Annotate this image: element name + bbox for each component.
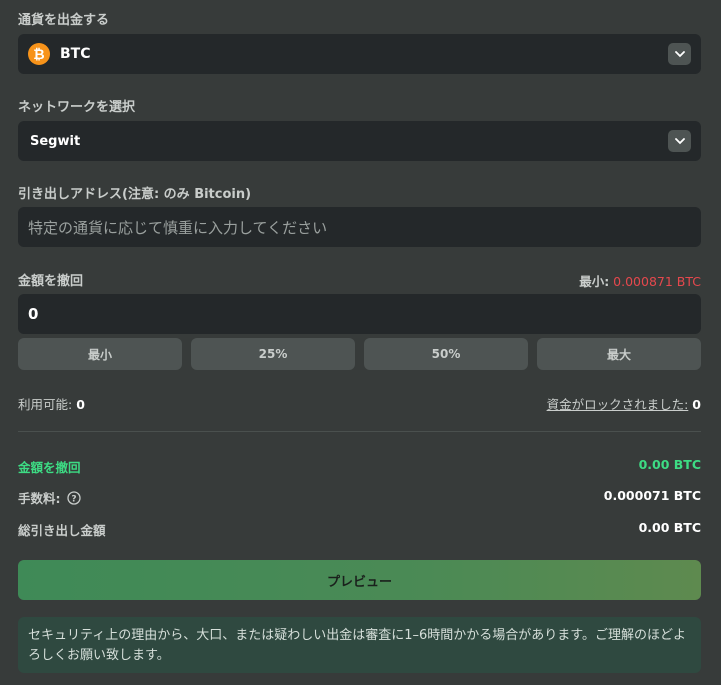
max-button[interactable]: 最大 xyxy=(537,338,701,370)
network-label: ネットワークを選択 xyxy=(18,100,136,115)
chevron-down-icon[interactable] xyxy=(668,43,691,65)
total-value: 0.00 BTC xyxy=(638,520,701,535)
address-label: 引き出しアドレス(注意: のみ Bitcoin) xyxy=(18,187,252,202)
amount-input[interactable]: 0 xyxy=(18,294,701,334)
bitcoin-icon: ₿ xyxy=(28,43,50,65)
locked-value: 0 xyxy=(692,397,701,412)
divider xyxy=(18,431,701,432)
network-select[interactable]: Segwit xyxy=(18,121,701,161)
chevron-down-icon[interactable] xyxy=(668,130,691,152)
fee-value: 0.000071 BTC xyxy=(603,488,701,503)
security-notice: セキュリティ上の理由から、大口、または疑わしい出金は審査に1–6時間かかる場合が… xyxy=(18,617,701,673)
withdraw-amount-value: 0.00 BTC xyxy=(638,457,701,472)
quarter-button[interactable]: 25% xyxy=(191,338,355,370)
locked-funds-link[interactable]: 資金がロックされました: xyxy=(547,397,689,412)
min-button[interactable]: 最小 xyxy=(18,338,182,370)
min-label: 最小: xyxy=(579,274,610,289)
available-balance: 利用可能: 0 xyxy=(18,394,85,413)
currency-select[interactable]: ₿ BTC xyxy=(18,34,701,74)
available-label: 利用可能: xyxy=(18,397,73,412)
total-label: 総引き出し金額 xyxy=(18,523,106,538)
currency-label: 通貨を出金する xyxy=(18,13,110,28)
svg-text:?: ? xyxy=(71,494,76,504)
fee-label: 手数料: xyxy=(18,491,61,506)
withdraw-amount-label: 金額を撤回 xyxy=(18,460,81,475)
min-amount: 最小: 0.000871 BTC xyxy=(579,271,701,290)
address-input[interactable]: 特定の通貨に応じて慎重に入力してください xyxy=(18,207,701,247)
currency-selected: BTC xyxy=(60,46,91,62)
network-selected: Segwit xyxy=(30,133,81,149)
available-value: 0 xyxy=(76,397,85,412)
preview-button[interactable]: プレビュー xyxy=(18,560,701,600)
help-icon[interactable]: ? xyxy=(66,490,81,505)
min-value: 0.000871 BTC xyxy=(613,274,701,289)
locked-balance: 資金がロックされました: 0 xyxy=(547,394,701,413)
half-button[interactable]: 50% xyxy=(364,338,528,370)
amount-label: 金額を撤回 xyxy=(18,274,84,289)
fee-row: 手数料: ? xyxy=(18,488,81,507)
